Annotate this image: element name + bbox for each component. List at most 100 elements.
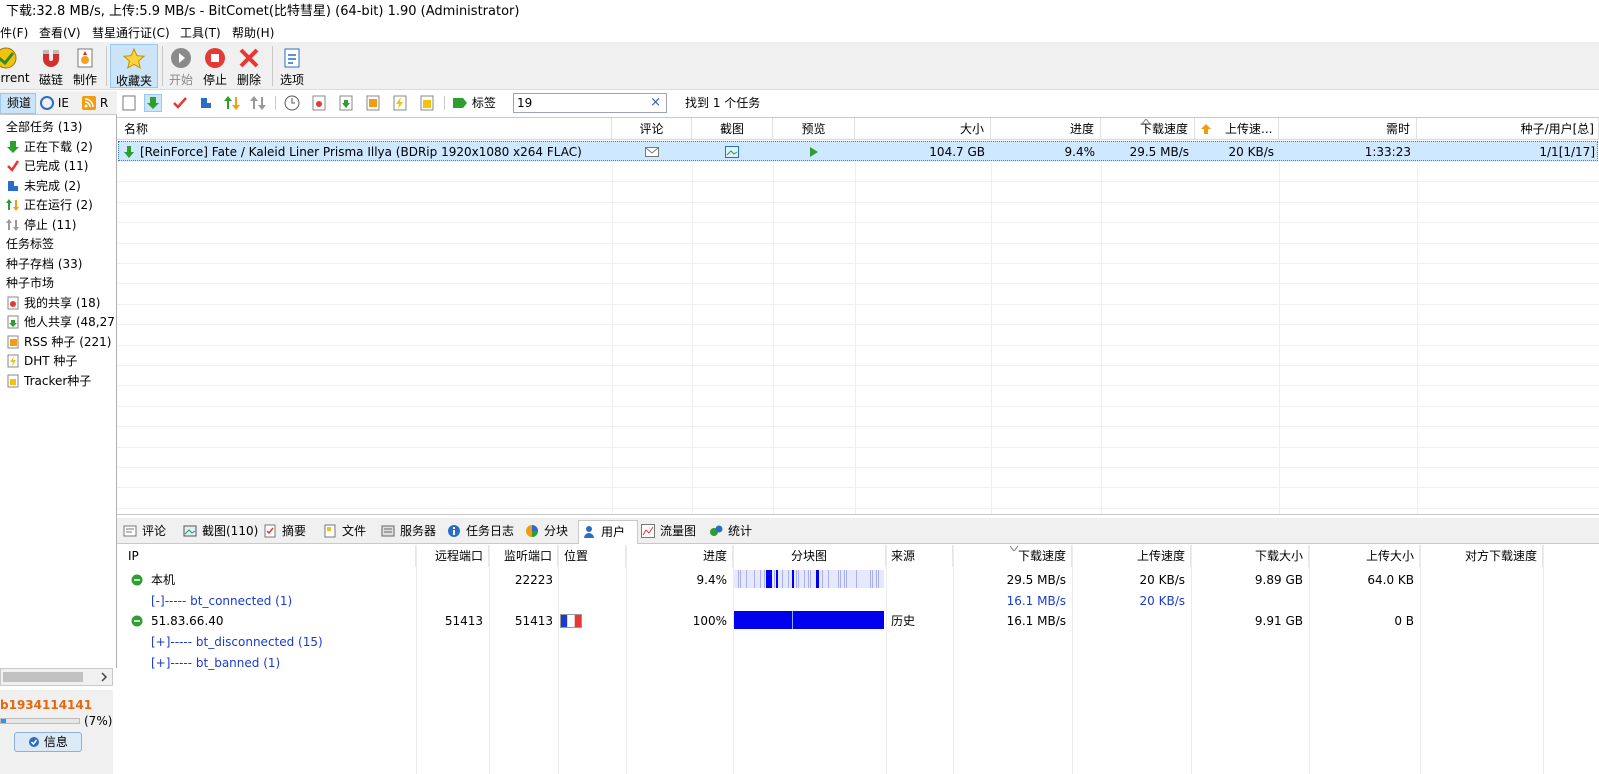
column-size[interactable]: 大小 (855, 118, 991, 140)
tree-tracker-torrents[interactable]: Tracker种子 (6, 371, 91, 391)
column-progress[interactable]: 进度 (991, 118, 1101, 140)
tab-files[interactable]: 文件 (320, 520, 378, 544)
peer-column-listen-port[interactable]: 监听端口 (489, 545, 558, 567)
tab-rss[interactable]: R (82, 95, 116, 114)
comment-icon (123, 525, 137, 537)
peer-column-ip[interactable]: IP (117, 545, 416, 567)
menu-view[interactable]: 查看(V) (39, 24, 81, 42)
tree-stopped[interactable]: 停止 (11) (6, 215, 76, 235)
tree-torrent-market[interactable]: 种子市场 (6, 273, 54, 293)
peer-group-banned[interactable]: [+]----- bt_banned (1) (151, 653, 411, 673)
scrollbar-thumb[interactable] (3, 672, 83, 682)
tree-torrent-archive[interactable]: 种子存档 (33) (6, 254, 82, 274)
stopped-icon[interactable] (249, 94, 267, 112)
group-label[interactable]: [-]----- bt_connected (1) (151, 591, 411, 611)
tree-incomplete[interactable]: 未完成 (2) (6, 176, 81, 196)
chevron-right-icon[interactable] (99, 672, 109, 682)
ie-icon (40, 96, 54, 110)
tab-pieces[interactable]: 分块 (522, 520, 578, 544)
tree-completed[interactable]: 已完成 (11) (6, 156, 88, 176)
peer-download-speed: 16.1 MB/s (1006, 614, 1066, 628)
column-eta[interactable]: 需时 (1279, 118, 1417, 140)
peer-column-download-size[interactable]: 下载大小 (1191, 545, 1309, 567)
tree-running[interactable]: 正在运行 (2) (6, 195, 93, 215)
tree-task-tags[interactable]: 任务标签 (6, 234, 54, 254)
peer-column-source[interactable]: 来源 (886, 545, 953, 567)
tab-summary[interactable]: 摘要 (260, 520, 320, 544)
rss-icon[interactable] (364, 94, 382, 112)
open-torrent-button[interactable]: rrent (0, 44, 30, 88)
menu-help[interactable]: 帮助(H) (232, 24, 274, 42)
menu-file[interactable]: 件(F) (0, 24, 28, 42)
downloading-filter-button[interactable] (144, 94, 162, 112)
magnet-button[interactable]: 磁链 (36, 44, 66, 88)
screenshot-icon[interactable] (725, 146, 739, 158)
star-icon (122, 47, 146, 70)
options-button[interactable]: 选项 (276, 44, 308, 88)
tab-channel[interactable]: 频道 (0, 93, 36, 114)
tab-servers[interactable]: 服务器 (378, 520, 444, 544)
grid-line (117, 487, 1599, 488)
search-box[interactable]: × (513, 93, 667, 113)
make-torrent-button[interactable]: 制作 (70, 44, 100, 88)
blue-square-icon[interactable] (197, 94, 215, 112)
tab-comments[interactable]: 评论 (120, 520, 180, 544)
task-name[interactable]: [ReinForce] Fate / Kaleid Liner Prisma I… (123, 142, 613, 162)
tab-task-log[interactable]: 任务日志 (444, 520, 522, 544)
user-id[interactable]: b1934114141 (0, 698, 92, 712)
all-tasks-icon[interactable] (120, 94, 138, 112)
menu-tools[interactable]: 工具(T) (180, 24, 221, 42)
peer-column-location[interactable]: 位置 (558, 545, 626, 567)
peer-group-disconnected[interactable]: [+]----- bt_disconnected (15) (151, 632, 411, 652)
column-name[interactable]: 名称 (117, 118, 612, 140)
info-button[interactable]: 信息 (14, 732, 82, 752)
tab-ie[interactable]: IE (40, 95, 69, 114)
start-button[interactable]: 开始 (166, 44, 196, 88)
menu-bar: 件(F) 查看(V) 彗星通行证(C) 工具(T) 帮助(H) (0, 24, 1599, 42)
tracker-icon[interactable] (418, 94, 436, 112)
peer-column-upload-size[interactable]: 上传大小 (1309, 545, 1420, 567)
tab-traffic-chart[interactable]: 流量图 (638, 520, 706, 544)
tree-all-tasks[interactable]: 全部任务 (13) (6, 117, 82, 137)
tab-peers[interactable]: 用户 (578, 520, 638, 544)
tab-screenshots[interactable]: 截图(110) (180, 520, 260, 544)
peer-download-size: 9.89 GB (1254, 573, 1303, 587)
tree-dht-torrents[interactable]: DHT 种子 (6, 351, 77, 371)
column-seeds-peers[interactable]: 种子/用户[总] (1417, 118, 1599, 140)
column-screenshots[interactable]: 截图 (692, 118, 773, 140)
peer-column-upload-speed[interactable]: 上传速度 (1072, 545, 1191, 567)
favorites-button[interactable]: 收藏夹 (110, 44, 158, 88)
column-upload-speed[interactable]: 上传速... (1195, 118, 1279, 140)
grid-line (117, 222, 1599, 223)
delete-button[interactable]: 删除 (234, 44, 264, 88)
group-download-speed: 16.1 MB/s (1006, 594, 1066, 608)
tree-my-share[interactable]: 我的共享 (18) (6, 293, 100, 313)
tag-filter-button[interactable]: 标签 (452, 95, 496, 113)
tree-others-share[interactable]: 他人共享 (48,27 (6, 312, 115, 332)
search-input[interactable] (517, 95, 645, 111)
peer-column-peer-download-speed[interactable]: 对方下载速度 (1420, 545, 1543, 567)
grid-column-line (1101, 140, 1102, 514)
column-comments[interactable]: 评论 (612, 118, 692, 140)
comment-icon[interactable] (645, 147, 659, 157)
grid-line (117, 181, 1599, 182)
share-icon[interactable] (310, 94, 328, 112)
others-share-icon[interactable] (337, 94, 355, 112)
left-horizontal-scrollbar[interactable] (0, 668, 113, 686)
peer-column-remote-port[interactable]: 远程端口 (416, 545, 489, 567)
peer-progress: 9.4% (696, 573, 728, 587)
tree-rss-torrents[interactable]: RSS 种子 (221) (6, 332, 111, 352)
check-icon[interactable] (171, 94, 189, 112)
play-preview-icon[interactable] (809, 146, 819, 158)
clock-icon[interactable] (283, 94, 301, 112)
dht-icon[interactable] (391, 94, 409, 112)
peer-column-progress[interactable]: 进度 (626, 545, 733, 567)
column-preview[interactable]: 预览 (773, 118, 855, 140)
updown-arrow-icon[interactable] (223, 94, 241, 112)
menu-passport[interactable]: 彗星通行证(C) (92, 24, 170, 42)
clear-search-button[interactable]: × (650, 94, 661, 112)
peer-column-piece-map[interactable]: 分块图 (733, 545, 886, 567)
tab-statistics[interactable]: 统计 (706, 520, 762, 544)
tree-downloading[interactable]: 正在下载 (2) (6, 137, 93, 157)
stop-button[interactable]: 停止 (200, 44, 230, 88)
